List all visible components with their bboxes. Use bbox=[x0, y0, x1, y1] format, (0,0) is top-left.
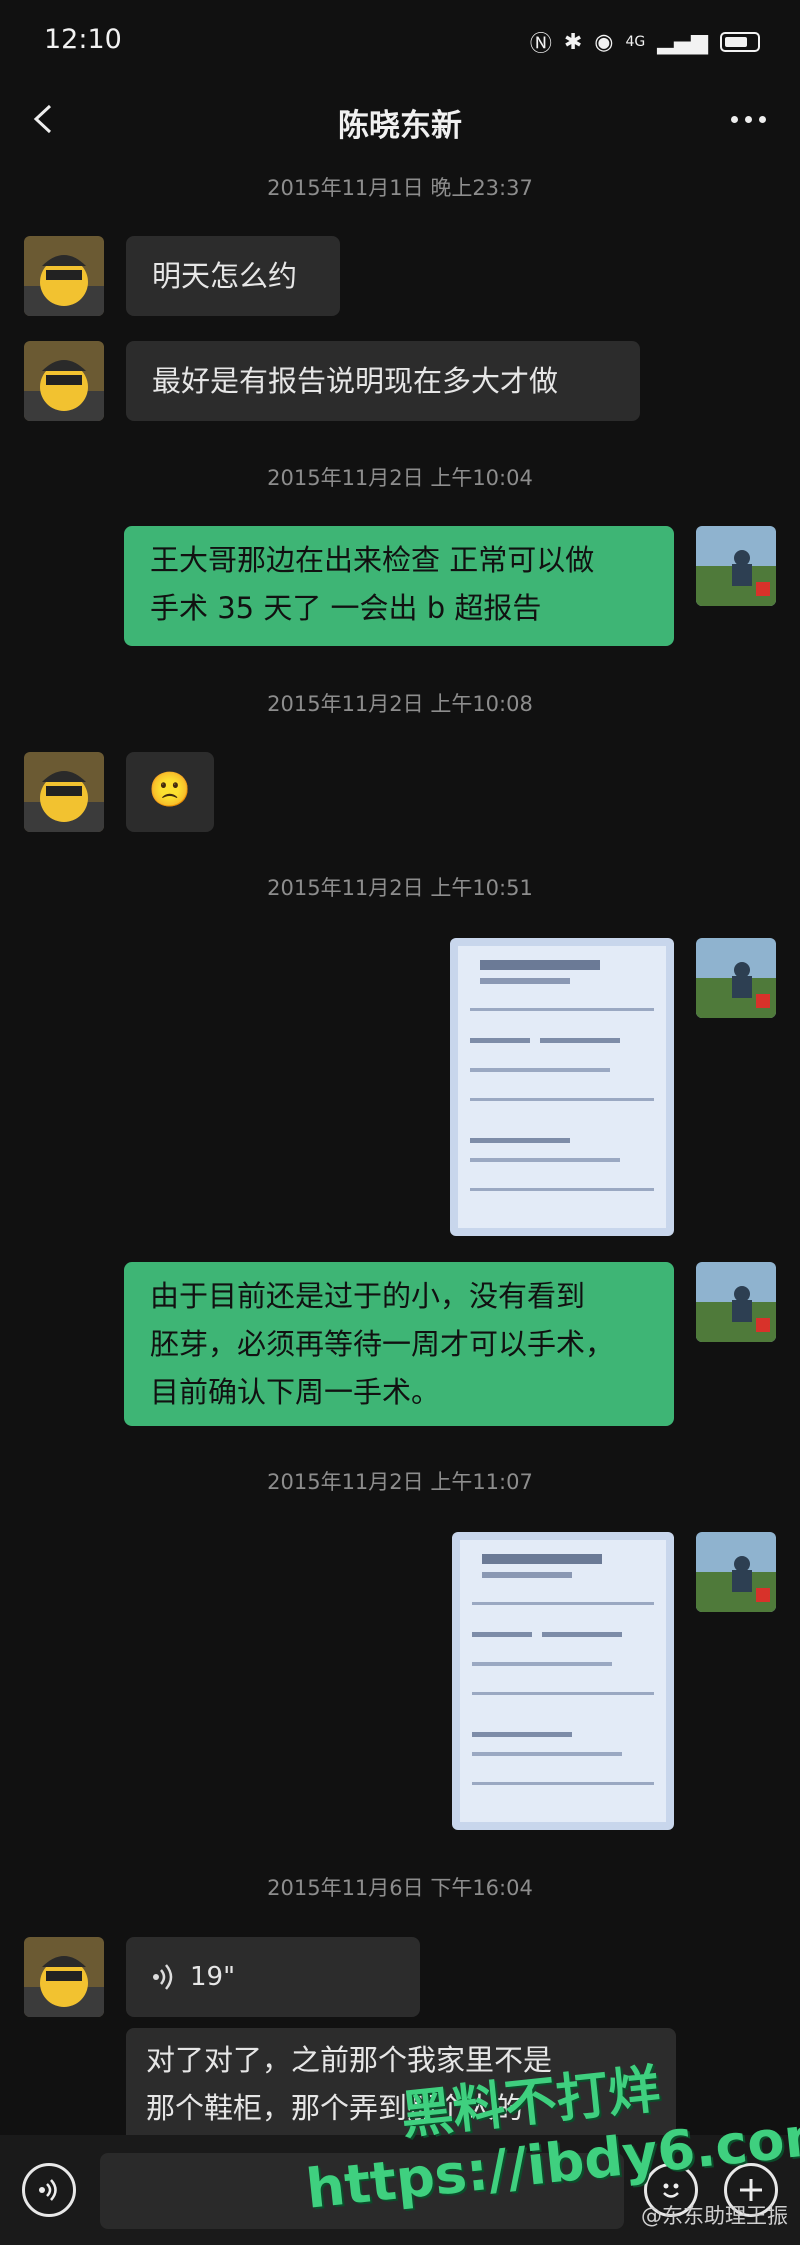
timestamp: 2015年11月2日 上午10:04 bbox=[267, 466, 533, 490]
message-text-line: 手术 35 天了 一会出 b 超报告 bbox=[150, 591, 542, 625]
message-text: 明天怎么约 bbox=[152, 259, 298, 293]
report-photo bbox=[450, 938, 674, 1236]
message-bubble-incoming[interactable]: 最好是有报告说明现在多大才做 bbox=[126, 341, 640, 421]
voice-input-button[interactable] bbox=[22, 2163, 76, 2217]
timestamp: 2015年11月1日 晚上23:37 bbox=[267, 176, 533, 200]
timestamp: 2015年11月2日 上午10:51 bbox=[267, 876, 533, 900]
more-button[interactable] bbox=[720, 96, 776, 142]
more-icon bbox=[730, 115, 766, 123]
timestamp: 2015年11月2日 上午11:07 bbox=[267, 1470, 533, 1494]
signal-icon: ▂▄▆ bbox=[657, 29, 708, 55]
voice-input-icon bbox=[39, 2179, 57, 2201]
contact-avatar[interactable] bbox=[24, 1937, 104, 2017]
wifi-icon: ◉ bbox=[594, 29, 614, 55]
contact-avatar[interactable] bbox=[24, 236, 104, 316]
message-text-line: 目前确认下周一手术。 bbox=[150, 1375, 441, 1409]
battery-icon bbox=[720, 32, 760, 52]
network-label: 4G bbox=[625, 34, 646, 50]
message-bubble-incoming[interactable]: 明天怎么约 bbox=[126, 236, 340, 316]
contact-avatar[interactable] bbox=[24, 341, 104, 421]
my-avatar[interactable] bbox=[696, 1262, 776, 1342]
timestamp: 2015年11月2日 上午10:08 bbox=[267, 692, 533, 716]
message-text: 最好是有报告说明现在多大才做 bbox=[152, 364, 559, 398]
contact-avatar[interactable] bbox=[24, 752, 104, 832]
voice-wave-icon bbox=[153, 1964, 173, 1990]
my-avatar[interactable] bbox=[696, 1532, 776, 1612]
emoji-message: 🙁 bbox=[148, 770, 192, 810]
chat-header: 陈晓东新 bbox=[0, 88, 800, 152]
image-message[interactable] bbox=[450, 938, 674, 1236]
voice-duration: 19" bbox=[190, 1962, 236, 1992]
message-bubble-outgoing[interactable]: 王大哥那边在出来检查 正常可以做 手术 35 天了 一会出 b 超报告 bbox=[124, 526, 674, 646]
status-time: 12:10 bbox=[44, 24, 122, 55]
voice-message[interactable]: 19" bbox=[126, 1937, 420, 2017]
message-bubble-outgoing[interactable]: 由于目前还是过于的小，没有看到 胚芽，必须再等待一周才可以手术， 目前确认下周一… bbox=[124, 1262, 674, 1426]
credit-text: @东东助理王振 bbox=[641, 2204, 788, 2228]
message-text-line: 由于目前还是过于的小，没有看到 bbox=[150, 1279, 586, 1313]
report-photo bbox=[452, 1532, 674, 1830]
my-avatar[interactable] bbox=[696, 938, 776, 1018]
message-text-line: 胚芽，必须再等待一周才可以手术， bbox=[150, 1327, 615, 1361]
timestamp: 2015年11月6日 下午16:04 bbox=[267, 1876, 533, 1900]
image-message[interactable] bbox=[452, 1532, 674, 1830]
message-text-line: 王大哥那边在出来检查 正常可以做 bbox=[150, 543, 595, 577]
status-bar: 12:10 Ⓝ ✱ ◉ 4G ▂▄▆ bbox=[0, 0, 800, 88]
status-icons: Ⓝ ✱ ◉ 4G ▂▄▆ bbox=[530, 26, 760, 58]
message-bubble-incoming[interactable]: 🙁 bbox=[126, 752, 214, 832]
my-avatar[interactable] bbox=[696, 526, 776, 606]
bluetooth-icon: ✱ bbox=[563, 29, 583, 55]
nfc-icon: Ⓝ bbox=[529, 32, 552, 57]
chat-title: 陈晓东新 bbox=[338, 108, 462, 144]
